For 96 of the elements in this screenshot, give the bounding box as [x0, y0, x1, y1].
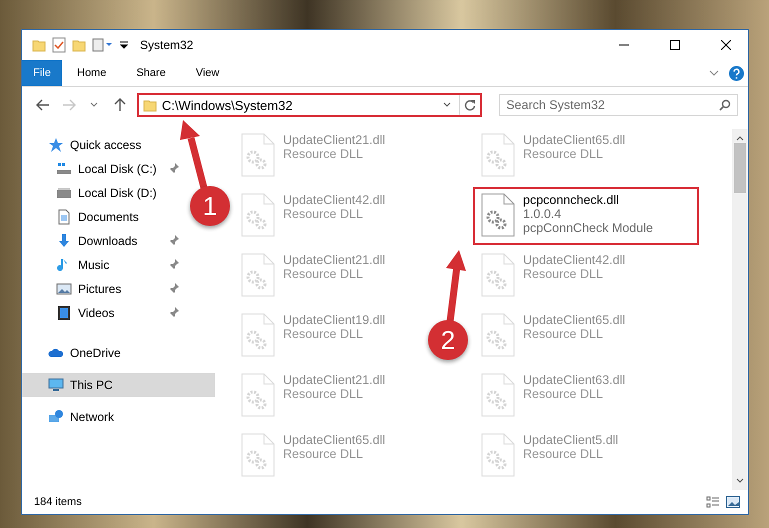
settings-file-icon [241, 253, 275, 297]
sidebar-item[interactable]: Local Disk (C:) [22, 157, 185, 181]
details-view-icon[interactable] [706, 496, 720, 508]
film-icon [56, 305, 72, 321]
settings-file-icon [241, 373, 275, 417]
settings-file-icon [481, 313, 515, 357]
pin-icon[interactable] [169, 259, 179, 269]
file-detail: pcpConnCheck Module [523, 221, 653, 235]
search-field[interactable]: Search System32 [499, 94, 738, 116]
drive-icon [56, 161, 72, 177]
drive-icon [56, 185, 72, 201]
pin-icon[interactable] [169, 163, 179, 173]
back-arrow-icon [36, 99, 50, 111]
settings-file-icon [481, 193, 515, 237]
file-detail: Resource DLL [283, 327, 364, 341]
pin-icon[interactable] [169, 283, 179, 293]
sidebar-item[interactable]: Downloads [22, 229, 185, 253]
settings-file-icon [481, 133, 515, 177]
search-icon[interactable] [718, 99, 731, 111]
file-detail: Resource DLL [523, 447, 604, 461]
large-icons-view-icon[interactable] [726, 496, 740, 508]
file-name: UpdateClient65.dll [523, 313, 626, 327]
up-arrow-icon [114, 98, 126, 112]
file-detail: Resource DLL [523, 147, 604, 161]
item-count: 184 items [34, 496, 83, 508]
document-icon [56, 209, 72, 225]
file-name: UpdateClient21.dll [283, 253, 386, 267]
settings-file-icon [241, 193, 275, 237]
folder-icon [142, 98, 157, 112]
file-name: UpdateClient65.dll [523, 133, 626, 147]
file-name: pcpconncheck.dll [523, 193, 620, 207]
chevron-down-icon[interactable] [443, 102, 452, 108]
properties-icon[interactable] [92, 38, 114, 52]
folder-icon [32, 38, 46, 52]
file-name: UpdateClient21.dll [283, 373, 386, 387]
sidebar-item[interactable]: Local Disk (D:) [22, 181, 163, 205]
file-detail: 1.0.0.4 [523, 207, 562, 221]
ribbon-tab[interactable]: Share [121, 60, 181, 86]
sidebar-item[interactable]: Pictures [22, 277, 185, 301]
arrow [178, 120, 208, 190]
refresh-icon[interactable] [464, 99, 476, 111]
settings-file-icon [241, 433, 275, 477]
settings-file-icon [481, 433, 515, 477]
file-name: UpdateClient63.dll [523, 373, 626, 387]
file-name: UpdateClient42.dll [523, 253, 626, 267]
file-name: UpdateClient19.dll [283, 313, 386, 327]
file-name: UpdateClient42.dll [283, 193, 386, 207]
monitor-icon [48, 377, 64, 393]
file-detail: Resource DLL [283, 387, 364, 401]
ribbon-tab[interactable]: View [180, 60, 234, 86]
maximize-icon [670, 40, 680, 50]
checklist-icon[interactable] [52, 37, 66, 53]
file-name: UpdateClient21.dll [283, 133, 386, 147]
address-bar[interactable]: C:\Windows\System32 [136, 93, 482, 117]
network-icon [48, 409, 64, 425]
file-detail: Resource DLL [523, 267, 604, 281]
help-icon[interactable] [729, 66, 744, 80]
ribbon-tab[interactable]: Home [62, 60, 122, 86]
pin-icon[interactable] [169, 235, 179, 245]
settings-file-icon [481, 253, 515, 297]
sidebar-item[interactable]: Videos [22, 301, 185, 325]
file-detail: Resource DLL [283, 447, 364, 461]
sidebar-item[interactable]: OneDrive [22, 341, 127, 365]
chevron-down-icon[interactable] [709, 70, 719, 76]
settings-file-icon [481, 373, 515, 417]
file-detail: Resource DLL [523, 327, 604, 341]
window-title: System32 [140, 38, 194, 52]
chevron-down-icon[interactable] [736, 478, 744, 484]
settings-file-icon [241, 133, 275, 177]
chevron-down-icon [90, 102, 98, 108]
pin-icon[interactable] [169, 307, 179, 317]
sidebar-item[interactable]: This PC [22, 373, 215, 397]
chevron-up-icon[interactable] [736, 135, 744, 141]
picture-icon [56, 281, 72, 297]
settings-file-icon [241, 313, 275, 357]
file-detail: Resource DLL [283, 207, 364, 221]
forward-arrow-icon [62, 99, 76, 111]
download-icon [56, 233, 72, 249]
sidebar-item[interactable]: Network [22, 405, 120, 429]
file-detail: Resource DLL [283, 267, 364, 281]
star-icon [48, 137, 64, 153]
file-name: UpdateClient5.dll [523, 433, 618, 447]
close-icon [720, 40, 730, 50]
sidebar-item[interactable]: Documents [22, 205, 145, 229]
file-name: UpdateClient65.dll [283, 433, 386, 447]
file-detail: Resource DLL [283, 147, 364, 161]
scrollbar-thumb[interactable] [734, 143, 746, 193]
sidebar-item[interactable]: Music [22, 253, 185, 277]
file-detail: Resource DLL [523, 387, 604, 401]
file-tile[interactable]: pcpconncheck.dll 1.0.0.4 pcpConnCheck Module [473, 187, 699, 245]
dropdown-icon[interactable] [120, 41, 128, 49]
scrollbar[interactable] [732, 129, 748, 490]
ribbon-tab[interactable]: File [22, 60, 62, 86]
minimize-icon [618, 44, 628, 46]
sidebar-item[interactable]: Quick access [22, 133, 148, 157]
new-folder-icon [72, 38, 86, 52]
